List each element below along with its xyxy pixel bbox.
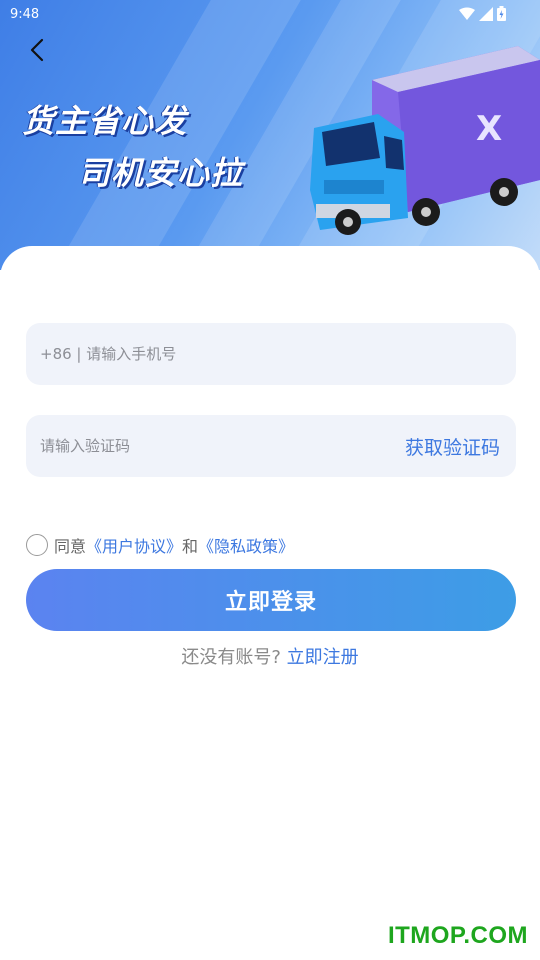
truck-illustration: X: [310, 46, 540, 235]
watermark: ITMOP.COM: [387, 922, 528, 949]
privacy-policy-link[interactable]: 《隐私政策》: [198, 533, 294, 557]
agreement-row: 同意 《用户协议》 和 《隐私政策》: [26, 532, 294, 558]
agree-prefix: 同意: [54, 537, 87, 556]
slogan-line-1: 货主省心发: [22, 102, 188, 140]
signal-icon: [479, 6, 493, 21]
header-banner: 9:48 货主省心发 司机安心拉 X: [0, 0, 540, 270]
get-code-button[interactable]: 获取验证码: [405, 433, 500, 460]
phone-field[interactable]: [26, 323, 516, 385]
wifi-icon: [459, 7, 475, 20]
agree-checkbox[interactable]: [26, 534, 48, 556]
truck-logo: X: [476, 109, 502, 149]
user-agreement-link[interactable]: 《用户协议》: [86, 533, 182, 557]
back-icon[interactable]: [22, 34, 54, 66]
slogan-line-2: 司机安心拉: [78, 154, 244, 192]
register-link[interactable]: 立即注册: [287, 647, 359, 668]
status-icons: [459, 6, 506, 21]
verification-code-input[interactable]: [40, 415, 380, 477]
battery-icon: [497, 6, 506, 21]
agree-and: 和: [182, 537, 199, 556]
status-bar: 9:48: [0, 0, 540, 30]
status-time: 9:48: [10, 7, 40, 22]
register-prompt: 还没有账号?: [181, 647, 281, 668]
code-field[interactable]: 获取验证码: [26, 415, 516, 477]
register-row: 还没有账号? 立即注册: [0, 643, 540, 669]
login-button[interactable]: 立即登录: [26, 569, 516, 631]
phone-input[interactable]: [40, 323, 380, 385]
